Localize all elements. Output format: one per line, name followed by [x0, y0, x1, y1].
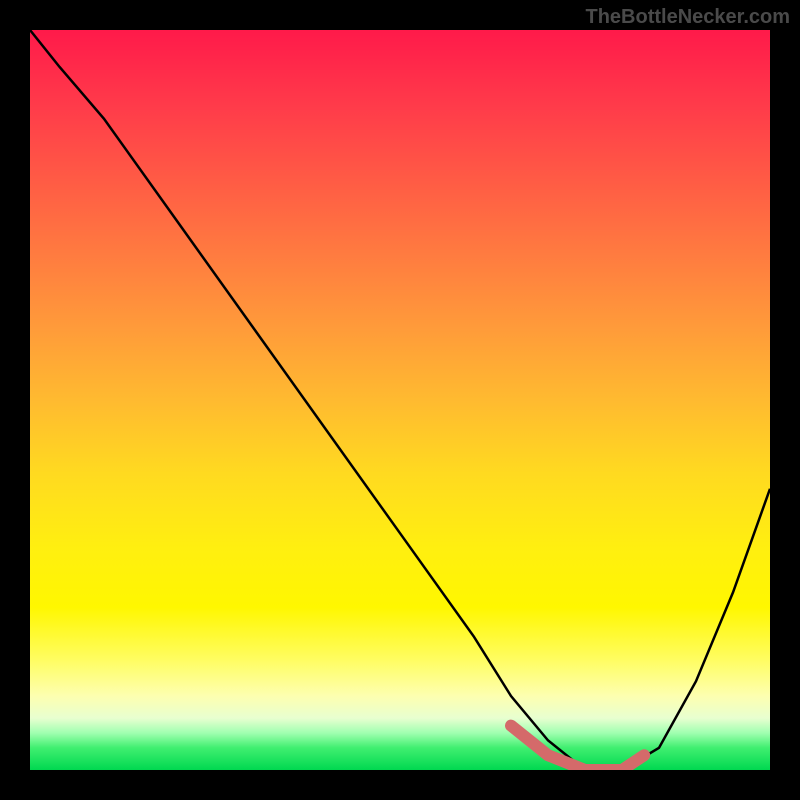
plot-area: [30, 30, 770, 770]
chart-svg: [30, 30, 770, 770]
chart-container: TheBottleNecker.com: [0, 0, 800, 800]
watermark-text: TheBottleNecker.com: [585, 6, 790, 29]
main-curve: [30, 30, 770, 770]
highlight-segment: [511, 726, 644, 770]
